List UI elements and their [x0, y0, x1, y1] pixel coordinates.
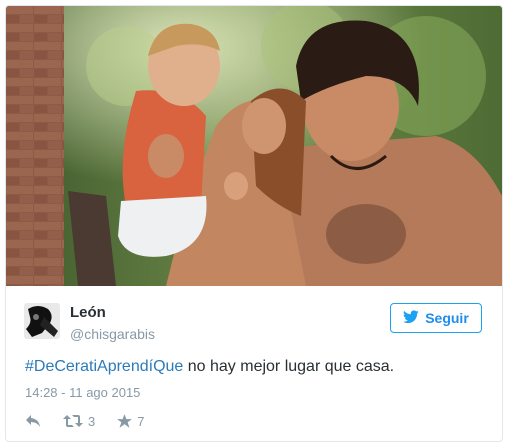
tweet-header: León @chisgarabis Seguir: [6, 286, 502, 346]
tweet-photo[interactable]: [6, 6, 502, 286]
follow-button[interactable]: Seguir: [390, 303, 482, 333]
author-handle[interactable]: @chisgarabis: [70, 326, 155, 342]
reply-icon: [25, 414, 41, 428]
retweet-icon: [63, 414, 83, 428]
reply-button[interactable]: [25, 414, 41, 428]
tweet-actions: 3 7: [25, 411, 166, 431]
tweet-body: no hay mejor lugar que casa.: [183, 358, 395, 375]
follow-label: Seguir: [425, 310, 469, 326]
tweet-timestamp[interactable]: 14:28 - 11 ago 2015: [25, 385, 140, 400]
tweet-card: León @chisgarabis Seguir #DeCeratiAprend…: [5, 5, 503, 442]
favorite-count: 7: [137, 413, 145, 429]
star-icon: [117, 414, 133, 428]
retweet-button[interactable]: 3: [63, 414, 95, 429]
hashtag-link[interactable]: #DeCeratiAprendíQue: [25, 358, 183, 375]
twitter-bird-icon: [403, 309, 419, 327]
tweet-text: #DeCeratiAprendíQue no hay mejor lugar q…: [25, 358, 394, 376]
author-name[interactable]: León: [70, 304, 106, 321]
avatar[interactable]: [24, 303, 60, 339]
favorite-button[interactable]: 7: [117, 414, 144, 429]
retweet-count: 3: [88, 413, 96, 429]
